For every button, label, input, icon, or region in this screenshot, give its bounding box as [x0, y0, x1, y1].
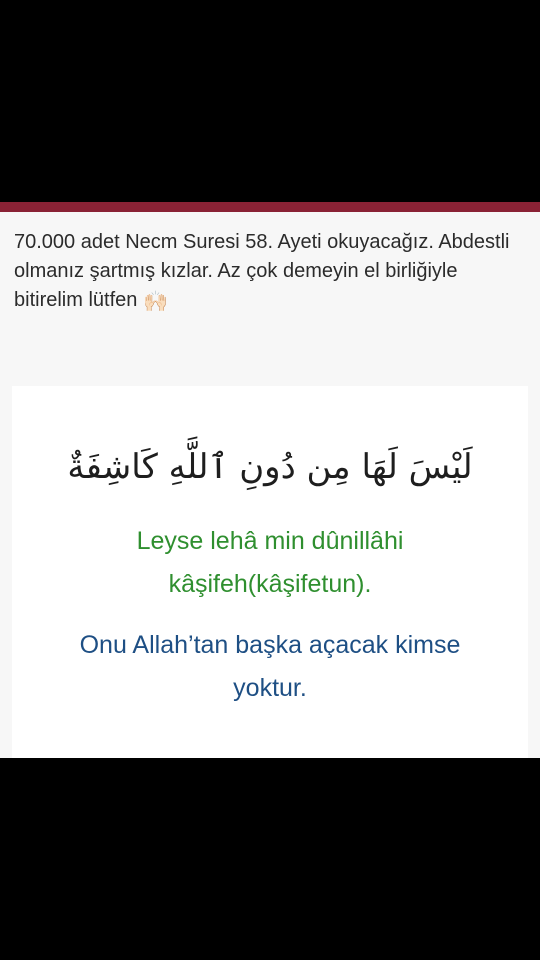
- arabic-verse: لَيْسَ لَهَا مِن دُونِ ٱللَّهِ كَاشِفَةٌ: [67, 447, 473, 487]
- post-text-block: 70.000 adet Necm Suresi 58. Ayeti okuyac…: [0, 228, 540, 317]
- verse-card: لَيْسَ لَهَا مِن دُونِ ٱللَّهِ كَاشِفَةٌ…: [12, 386, 528, 758]
- screenshot-content: 70.000 adet Necm Suresi 58. Ayeti okuyac…: [0, 202, 540, 758]
- top-letterbox: [0, 0, 540, 202]
- accent-bar: [0, 202, 540, 212]
- verse-transliteration: Leyse lehâ min dûnillâhi kâşifeh(kâşifet…: [136, 527, 404, 598]
- post-text: 70.000 adet Necm Suresi 58. Ayeti okuyac…: [14, 231, 510, 311]
- video-frame: 70.000 adet Necm Suresi 58. Ayeti okuyac…: [0, 0, 540, 960]
- palms-up-hands-icon: 🙌🏻: [142, 291, 168, 313]
- bottom-letterbox: [0, 758, 540, 960]
- verse-meaning: Onu Allah’tan başka açacak kimse yoktur.: [79, 631, 461, 702]
